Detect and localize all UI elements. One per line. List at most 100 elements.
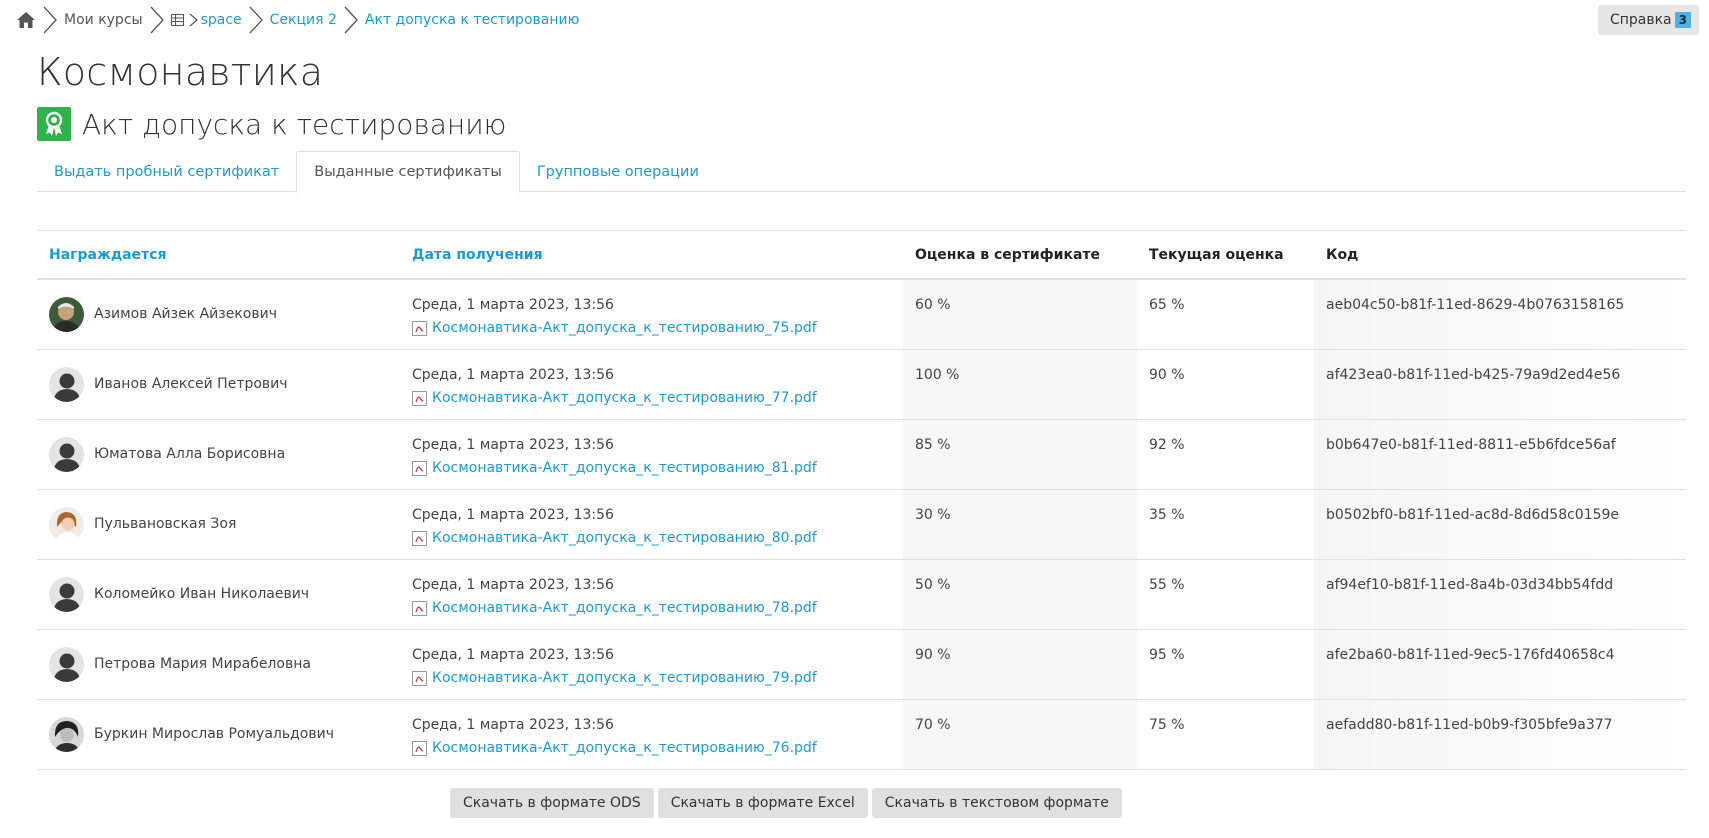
- tab-bar: Выдать пробный сертификат Выданные серти…: [37, 151, 1686, 193]
- cell-date: Среда, 1 марта 2023, 13:56 Космонавтика-…: [400, 559, 903, 630]
- certificate-code: af423ea0-b81f-11ed-b425-79a9d2ed4e56: [1326, 366, 1621, 383]
- cell-current-grade: 95 %: [1137, 629, 1314, 700]
- download-text-button[interactable]: Скачать в текстовом формате: [871, 788, 1122, 818]
- cell-date: Среда, 1 марта 2023, 13:56 Космонавтика-…: [400, 279, 903, 350]
- activity-title: Акт допуска к тестированию: [82, 107, 507, 141]
- home-icon[interactable]: [16, 11, 36, 29]
- cert-grade-value: 100 %: [915, 366, 960, 383]
- cell-current-grade: 90 %: [1137, 349, 1314, 420]
- pdf-file-icon: [412, 740, 427, 756]
- awardee-name[interactable]: Коломейко Иван Николаевич: [94, 586, 309, 602]
- cell-date: Среда, 1 марта 2023, 13:56 Космонавтика-…: [400, 489, 903, 560]
- cert-grade-value: 30 %: [915, 506, 951, 523]
- breadcrumb: Мои курсы space Секция 2 Акт допуска к т…: [16, 6, 579, 34]
- table-icon: [170, 14, 184, 26]
- column-awardee-header[interactable]: Награждается: [37, 231, 400, 280]
- cell-code: af94ef10-b81f-11ed-8a4b-03d34bb54fdd: [1314, 559, 1686, 630]
- help-label: Справка: [1609, 12, 1672, 28]
- breadcrumb-section[interactable]: Секция 2: [270, 12, 337, 28]
- certificate-code: aefadd80-b81f-11ed-b0b9-f305bfe9a377: [1326, 716, 1613, 733]
- certificate-code: afe2ba60-b81f-11ed-9ec5-176fd40658c4: [1326, 646, 1615, 663]
- cert-grade-value: 70 %: [915, 716, 951, 733]
- cell-awardee: Азимов Айзек Айзекович: [37, 279, 400, 350]
- certificate-file-link[interactable]: Космонавтика-Акт_допуска_к_тестированию_…: [432, 459, 817, 478]
- cell-current-grade: 75 %: [1137, 699, 1314, 770]
- awardee-name[interactable]: Буркин Мирослав Ромуальдович: [94, 726, 334, 742]
- breadcrumb-course[interactable]: space: [201, 12, 242, 28]
- pdf-file-icon: [412, 600, 427, 616]
- cell-date: Среда, 1 марта 2023, 13:56 Космонавтика-…: [400, 349, 903, 420]
- chevron-right-icon: [343, 6, 359, 34]
- cell-date: Среда, 1 марта 2023, 13:56 Космонавтика-…: [400, 699, 903, 770]
- current-grade-value: 65 %: [1149, 297, 1185, 313]
- table-row: Пульвановская Зоя Среда, 1 марта 2023, 1…: [37, 489, 1686, 560]
- cell-current-grade: 65 %: [1137, 279, 1314, 350]
- cell-cert-grade: 85 %: [903, 419, 1137, 490]
- current-grade-value: 35 %: [1149, 506, 1185, 523]
- cell-cert-grade: 100 %: [903, 349, 1137, 420]
- cell-cert-grade: 30 %: [903, 489, 1137, 560]
- pdf-file-icon: [412, 670, 427, 686]
- certificate-code: b0b647e0-b81f-11ed-8811-e5b6fdce56af: [1326, 436, 1616, 453]
- breadcrumb-my-courses[interactable]: Мои курсы: [64, 12, 143, 28]
- certificate-code: aeb04c50-b81f-11ed-8629-4b0763158165: [1326, 297, 1625, 313]
- table-row: Коломейко Иван Николаевич Среда, 1 марта…: [37, 559, 1686, 630]
- tab-issue-test-certificate[interactable]: Выдать пробный сертификат: [37, 151, 296, 192]
- avatar[interactable]: [49, 646, 84, 682]
- awardee-name[interactable]: Юматова Алла Борисовна: [94, 446, 285, 462]
- issue-date: Среда, 1 марта 2023, 13:56: [412, 297, 614, 313]
- avatar[interactable]: [49, 506, 84, 542]
- download-buttons: Скачать в формате ODS Скачать в формате …: [450, 788, 1122, 818]
- current-grade-value: 75 %: [1149, 716, 1185, 733]
- cell-awardee: Иванов Алексей Петрович: [37, 349, 400, 420]
- certificate-file-link[interactable]: Космонавтика-Акт_допуска_к_тестированию_…: [432, 669, 817, 688]
- awardee-name[interactable]: Азимов Айзек Айзекович: [94, 306, 277, 322]
- avatar[interactable]: [49, 716, 84, 752]
- download-ods-button[interactable]: Скачать в формате ODS: [450, 788, 654, 818]
- certificate-award-icon: [37, 107, 71, 141]
- tab-issued-certificates[interactable]: Выданные сертификаты: [296, 151, 520, 193]
- cert-grade-value: 90 %: [915, 646, 951, 663]
- table-row: Иванов Алексей Петрович Среда, 1 марта 2…: [37, 349, 1686, 420]
- help-badge: 3: [1674, 12, 1691, 28]
- certificate-file-link[interactable]: Космонавтика-Акт_допуска_к_тестированию_…: [432, 599, 817, 618]
- cell-current-grade: 55 %: [1137, 559, 1314, 630]
- pdf-file-icon: [412, 460, 427, 476]
- cell-code: aeb04c50-b81f-11ed-8629-4b0763158165: [1314, 279, 1686, 350]
- issue-date: Среда, 1 марта 2023, 13:56: [412, 646, 614, 663]
- certificate-file-link[interactable]: Космонавтика-Акт_допуска_к_тестированию_…: [432, 529, 817, 548]
- avatar[interactable]: [49, 296, 84, 332]
- download-excel-button[interactable]: Скачать в формате Excel: [657, 788, 868, 818]
- cell-cert-grade: 60 %: [903, 279, 1137, 350]
- certificate-file-link[interactable]: Космонавтика-Акт_допуска_к_тестированию_…: [432, 739, 817, 758]
- pdf-file-icon: [412, 321, 427, 336]
- column-date-header[interactable]: Дата получения: [400, 231, 903, 280]
- certificate-file-link[interactable]: Космонавтика-Акт_допуска_к_тестированию_…: [432, 389, 817, 408]
- chevron-right-icon: [189, 13, 198, 27]
- cell-code: b0502bf0-b81f-11ed-ac8d-8d6d58c0159e: [1314, 489, 1686, 560]
- issue-date: Среда, 1 марта 2023, 13:56: [412, 716, 614, 733]
- help-button[interactable]: Справка 3: [1597, 5, 1699, 35]
- current-grade-value: 95 %: [1149, 646, 1185, 663]
- cell-code: b0b647e0-b81f-11ed-8811-e5b6fdce56af: [1314, 419, 1686, 490]
- cert-grade-value: 85 %: [915, 436, 951, 453]
- tab-bulk-operations[interactable]: Групповые операции: [520, 151, 716, 192]
- awardee-name[interactable]: Петрова Мария Мирабеловна: [94, 656, 311, 672]
- avatar[interactable]: [49, 366, 84, 402]
- cell-awardee: Пульвановская Зоя: [37, 489, 400, 560]
- awardee-name[interactable]: Иванов Алексей Петрович: [94, 376, 288, 392]
- cell-code: af423ea0-b81f-11ed-b425-79a9d2ed4e56: [1314, 349, 1686, 420]
- certificate-file-link[interactable]: Космонавтика-Акт_допуска_к_тестированию_…: [432, 319, 817, 338]
- breadcrumb-activity[interactable]: Акт допуска к тестированию: [365, 12, 579, 28]
- cell-cert-grade: 50 %: [903, 559, 1137, 630]
- pdf-file-icon: [412, 390, 427, 406]
- cert-grade-value: 50 %: [915, 576, 951, 593]
- chevron-right-icon: [42, 6, 58, 34]
- awardee-name[interactable]: Пульвановская Зоя: [94, 516, 236, 532]
- avatar[interactable]: [49, 576, 84, 612]
- column-code-header: Код: [1314, 231, 1686, 280]
- current-grade-value: 92 %: [1149, 436, 1185, 453]
- avatar[interactable]: [49, 436, 84, 472]
- activity-header: Акт допуска к тестированию: [37, 107, 506, 141]
- chevron-right-icon: [149, 6, 165, 34]
